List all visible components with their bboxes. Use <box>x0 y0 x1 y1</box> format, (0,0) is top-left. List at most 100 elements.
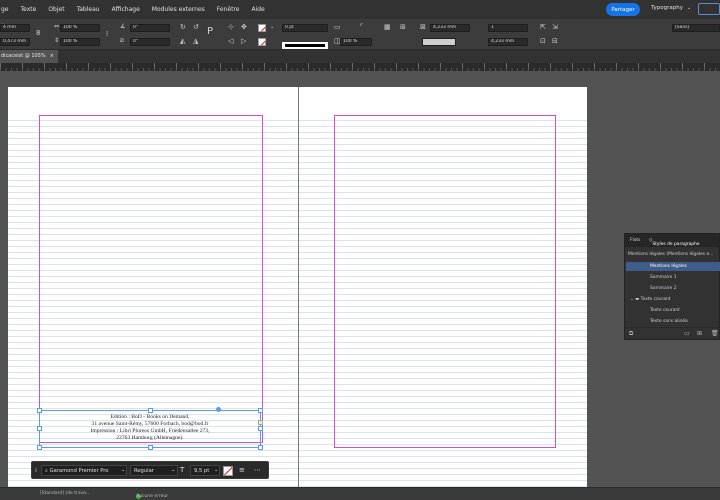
constrain-icon[interactable]: ⁞ <box>106 30 108 38</box>
fill-dropdown-icon[interactable]: ⌄ <box>270 23 274 31</box>
fitting-icon[interactable]: ⊠ <box>420 23 426 31</box>
resize-handle[interactable] <box>37 426 42 431</box>
resize-handle[interactable] <box>37 408 42 413</box>
select-container-icon[interactable]: ⊹ <box>228 23 234 31</box>
corner-options-dot[interactable] <box>216 407 221 412</box>
frame-text-line: Edition : BoD - Books on Demand, <box>110 414 190 420</box>
document-tab-bar: dicaceist @ 105% × <box>0 50 720 63</box>
effects-icon[interactable]: ▭ <box>334 23 341 31</box>
menu-modules-externes[interactable]: Modules externes <box>146 6 211 13</box>
contextual-text-toolbar: ⁞ ⌕ Garamond Premier Pro ⌄ Regular ⌄ T 9… <box>31 461 269 479</box>
menu-texte[interactable]: Texte <box>15 6 43 13</box>
object-style-field[interactable]: [Sans] <box>672 24 720 32</box>
stroke-swatch[interactable] <box>258 38 266 46</box>
style-item[interactable]: Texte sans alinéa <box>626 317 720 326</box>
chevron-down-icon[interactable]: ⌄ <box>630 297 634 302</box>
tab-flow[interactable]: Flots <box>630 238 640 243</box>
reference-point-icon[interactable]: P <box>207 27 213 37</box>
chevron-down-icon[interactable]: ⌄ <box>214 465 218 476</box>
legal-text-frame[interactable]: Edition : BoD - Books on Demand, 31 aven… <box>37 407 263 450</box>
style-group[interactable]: ⌄ ▬ Texte courant <box>626 295 720 304</box>
flip-h-icon[interactable]: ◭ <box>180 37 185 45</box>
resize-handle[interactable] <box>148 408 153 413</box>
shear-icon: ⧄ <box>120 37 124 44</box>
resize-handle[interactable] <box>258 445 263 450</box>
chevron-down-icon[interactable]: ⌄ <box>121 465 125 476</box>
resize-handle[interactable] <box>258 426 263 431</box>
load-styles-icon[interactable]: ⧉ <box>629 330 633 338</box>
width-field[interactable]: 4,233 mm <box>430 24 470 32</box>
search-field[interactable] <box>698 3 720 15</box>
menu-fenetre[interactable]: Fenêtre <box>211 6 246 13</box>
flip-v-icon[interactable]: ◮ <box>193 37 198 45</box>
status-bar: [Standard] (de trava... Aucune erreur <box>0 487 720 500</box>
align-icon[interactable]: ≡ <box>239 465 245 476</box>
workspace-label: Typography <box>651 5 683 11</box>
fit-frame-icon[interactable]: ⇲ <box>552 23 558 31</box>
link-icon[interactable]: 8 <box>36 29 40 37</box>
resize-handle[interactable] <box>148 445 153 450</box>
menu-type[interactable]: ge <box>0 6 15 13</box>
resize-handle[interactable] <box>258 408 263 413</box>
rotate-ccw-icon[interactable]: ↺ <box>193 23 199 31</box>
more-icon[interactable]: ⋯ <box>254 465 261 476</box>
stroke-type-preview[interactable] <box>282 42 328 49</box>
page-right[interactable] <box>298 87 587 488</box>
menu-objet[interactable]: Objet <box>42 6 70 13</box>
select-prev-icon[interactable]: ◁ <box>228 37 233 45</box>
columns-field[interactable]: 1 <box>488 24 528 32</box>
page-left[interactable]: Edition : BoD - Books on Demand, 31 aven… <box>8 87 298 488</box>
font-size-icon: T <box>180 466 185 474</box>
horizontal-ruler[interactable] <box>0 63 720 71</box>
auto-fit-icon[interactable]: ⇱ <box>540 23 546 31</box>
style-item[interactable]: Sommaire 2 <box>626 284 720 293</box>
menu-aide[interactable]: Aide <box>245 6 270 13</box>
new-style-icon[interactable]: ⊞ <box>697 330 702 337</box>
rotate-field[interactable]: 0° <box>130 24 170 32</box>
y-field[interactable]: 0,473 mm <box>0 38 30 46</box>
height-field[interactable]: 4,233 mm <box>488 38 528 46</box>
align-icon[interactable]: ⊞ <box>400 23 406 31</box>
current-style-label: Mentions légales (Mentions légales e... <box>628 252 714 257</box>
panel-footer: ⧉ ▭ ⊞ 🗑 <box>625 327 719 339</box>
style-item[interactable]: Mentions légales <box>626 262 720 271</box>
workspace-switcher[interactable]: Typography ⌄ <box>651 5 691 11</box>
x-field[interactable]: 4 mm <box>0 24 30 32</box>
new-group-icon[interactable]: ▭ <box>684 330 690 337</box>
drag-handle-icon[interactable]: ⁞ <box>35 465 37 476</box>
opacity-field[interactable]: 100 % <box>340 38 372 46</box>
menu-affichage[interactable]: Affichage <box>106 6 146 13</box>
delete-icon[interactable]: 🗑 <box>711 330 719 337</box>
shear-field[interactable]: 0° <box>130 38 170 46</box>
text-wrap-icon[interactable]: ▦ <box>384 23 391 31</box>
out-port[interactable] <box>258 420 263 425</box>
chevron-down-icon[interactable]: ⌄ <box>171 465 175 476</box>
scale-x-field[interactable]: 100 % <box>60 24 100 32</box>
font-family-select[interactable]: ⌕ Garamond Premier Pro <box>41 465 127 476</box>
status-page-style[interactable]: [Standard] (de trava... <box>40 491 90 496</box>
resize-handle[interactable] <box>37 445 42 450</box>
color-field[interactable] <box>422 38 456 46</box>
text-color-swatch[interactable] <box>223 466 233 476</box>
rotate-cw-icon[interactable]: ↻ <box>180 23 186 31</box>
fill-frame-icon[interactable]: ⊟ <box>552 37 558 45</box>
menu-tableau[interactable]: Tableau <box>71 6 106 13</box>
scale-y-field[interactable]: 100 % <box>60 38 100 46</box>
frame-text[interactable]: Edition : BoD - Books on Demand, 31 aven… <box>40 414 260 442</box>
style-item[interactable]: Sommaire 1 <box>626 273 720 282</box>
menu-bar: ge Texte Objet Tableau Affichage Modules… <box>0 0 720 19</box>
style-item[interactable]: Texte courant <box>626 306 720 315</box>
select-next-icon[interactable]: ▷ <box>241 37 246 45</box>
center-content-icon[interactable]: ⊡ <box>540 37 546 45</box>
select-content-icon[interactable]: ✥ <box>241 23 247 31</box>
corner-options-icon[interactable]: ⌜ <box>360 23 363 31</box>
indesign-window: ge Texte Objet Tableau Affichage Modules… <box>0 0 720 500</box>
fill-swatch[interactable] <box>258 24 266 32</box>
scale-x-icon: ⇔ <box>54 23 60 30</box>
close-icon[interactable]: × <box>50 53 54 59</box>
tab-paragraph-styles[interactable]: ◇ Styles de paragraphe <box>649 238 700 247</box>
stroke-weight-field[interactable]: 0 pt <box>282 24 328 32</box>
frame-text-line: Impression : Libri Plureos GmbH, Frieden… <box>90 428 210 434</box>
document-tab[interactable]: dicaceist @ 105% × <box>0 50 58 63</box>
share-button[interactable]: Partager <box>606 3 640 16</box>
